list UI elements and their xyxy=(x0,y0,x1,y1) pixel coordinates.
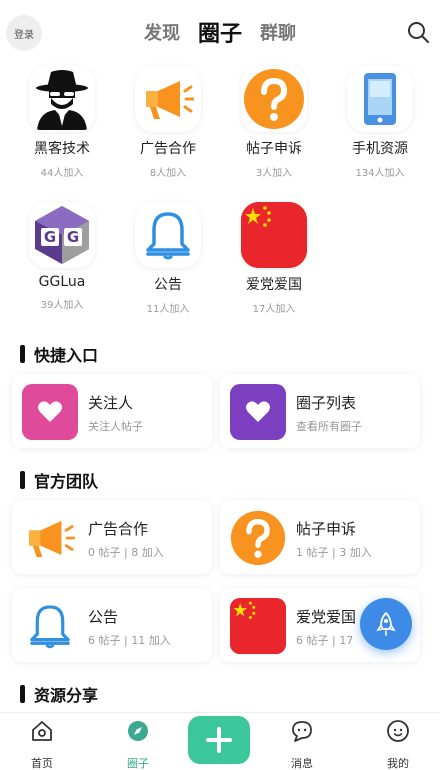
card-title: 关注人 xyxy=(88,394,134,412)
card-title: 广告合作 xyxy=(88,520,149,538)
circle-item-appeal[interactable]: 帖子申诉 3人加入 xyxy=(224,66,324,179)
section-title: 官方团队 xyxy=(34,472,99,491)
circle-name: 公告 xyxy=(154,277,182,293)
home-icon xyxy=(32,721,52,741)
card-title: 公告 xyxy=(88,608,119,626)
circle-name: GGLua xyxy=(38,274,86,290)
card-subtitle: 关注人帖子 xyxy=(88,420,143,433)
team-card-ad[interactable]: 广告合作 0 帖子 | 8 加入 xyxy=(12,500,212,574)
card-title: 帖子申诉 xyxy=(296,520,357,538)
nav-item-messages[interactable]: 消息 xyxy=(272,719,332,770)
gg-icon: G G xyxy=(29,202,95,268)
quick-card-circle-list[interactable]: 圈子列表 查看所有圈子 xyxy=(220,374,420,448)
circle-name: 帖子申诉 xyxy=(246,141,302,157)
nav-label: 首页 xyxy=(31,757,53,770)
circle-item-notice[interactable]: 公告 11人加入 xyxy=(118,202,218,315)
nav-item-circles[interactable]: 圈子 xyxy=(108,719,168,770)
card-title: 爱党爱国 xyxy=(296,608,357,626)
circle-count: 44人加入 xyxy=(40,168,84,179)
section-bar xyxy=(20,345,25,363)
circle-count: 134人加入 xyxy=(355,168,405,179)
tab-discover[interactable]: 发现 xyxy=(144,19,180,45)
create-post-button[interactable] xyxy=(188,716,250,764)
top-tabs: 发现 圈子 群聊 xyxy=(0,0,440,64)
circle-count: 17人加入 xyxy=(252,304,296,315)
hacker-icon xyxy=(29,66,95,132)
message-icon xyxy=(292,721,312,742)
plus-icon xyxy=(206,727,232,753)
section-title: 快捷入口 xyxy=(34,346,99,365)
card-subtitle: 查看所有圈子 xyxy=(296,420,362,433)
bell-icon xyxy=(135,202,201,268)
circle-count: 39人加入 xyxy=(40,300,84,311)
compass-icon xyxy=(128,721,148,741)
section-official-team: 官方团队 xyxy=(20,468,98,492)
top-bar: 登录 发现 圈子 群聊 xyxy=(0,0,440,64)
rocket-icon xyxy=(376,612,396,636)
section-title: 资源分享 xyxy=(34,686,99,705)
section-bar xyxy=(20,685,25,703)
flag-icon xyxy=(241,202,307,268)
svg-text:G: G xyxy=(44,228,56,246)
circle-name: 广告合作 xyxy=(140,141,196,157)
megaphone-icon xyxy=(135,66,201,132)
tab-group-chat[interactable]: 群聊 xyxy=(260,19,296,45)
circle-name: 手机资源 xyxy=(352,141,408,157)
card-subtitle: 6 帖子 | 17 xyxy=(296,634,354,647)
team-card-appeal[interactable]: 帖子申诉 1 帖子 | 3 加入 xyxy=(220,500,420,574)
svg-text:G: G xyxy=(67,228,79,246)
heart-icon xyxy=(22,384,78,440)
heart-icon xyxy=(230,384,286,440)
nav-label: 我的 xyxy=(387,757,409,770)
card-subtitle: 6 帖子 | 11 加入 xyxy=(88,634,171,647)
circle-count: 8人加入 xyxy=(149,168,187,179)
megaphone-icon xyxy=(22,510,78,566)
circle-item-phone[interactable]: 手机资源 134人加入 xyxy=(330,66,430,179)
rocket-button[interactable] xyxy=(360,598,412,650)
flag-icon xyxy=(230,598,286,654)
phone-icon xyxy=(347,66,413,132)
card-title: 圈子列表 xyxy=(296,394,357,412)
circle-item-patriot[interactable]: 爱党爱国 17人加入 xyxy=(224,202,324,315)
card-subtitle: 1 帖子 | 3 加入 xyxy=(296,546,372,559)
circle-name: 爱党爱国 xyxy=(246,277,302,293)
section-bar xyxy=(20,471,25,489)
circle-item-gglua[interactable]: G G GGLua 39人加入 xyxy=(12,202,112,311)
nav-label: 圈子 xyxy=(127,757,149,770)
profile-icon xyxy=(387,720,409,742)
tab-circles[interactable]: 圈子 xyxy=(198,16,242,48)
nav-label: 消息 xyxy=(291,757,313,770)
circle-count: 11人加入 xyxy=(146,304,190,315)
circle-count: 3人加入 xyxy=(255,168,293,179)
team-card-notice[interactable]: 公告 6 帖子 | 11 加入 xyxy=(12,588,212,662)
circle-item-ad[interactable]: 广告合作 8人加入 xyxy=(118,66,218,179)
nav-item-home[interactable]: 首页 xyxy=(12,719,72,770)
section-resource-share: 资源分享 xyxy=(20,682,98,706)
card-subtitle: 0 帖子 | 8 加入 xyxy=(88,546,164,559)
circle-item-hacker[interactable]: 黑客技术 44人加入 xyxy=(12,66,112,179)
bell-icon xyxy=(22,598,78,654)
quick-card-following[interactable]: 关注人 关注人帖子 xyxy=(12,374,212,448)
question-icon xyxy=(230,510,286,566)
circle-name: 黑客技术 xyxy=(34,141,90,157)
section-quick-entry: 快捷入口 xyxy=(20,342,98,366)
question-icon xyxy=(241,66,307,132)
nav-item-profile[interactable]: 我的 xyxy=(368,719,428,770)
search-icon[interactable] xyxy=(406,20,430,44)
